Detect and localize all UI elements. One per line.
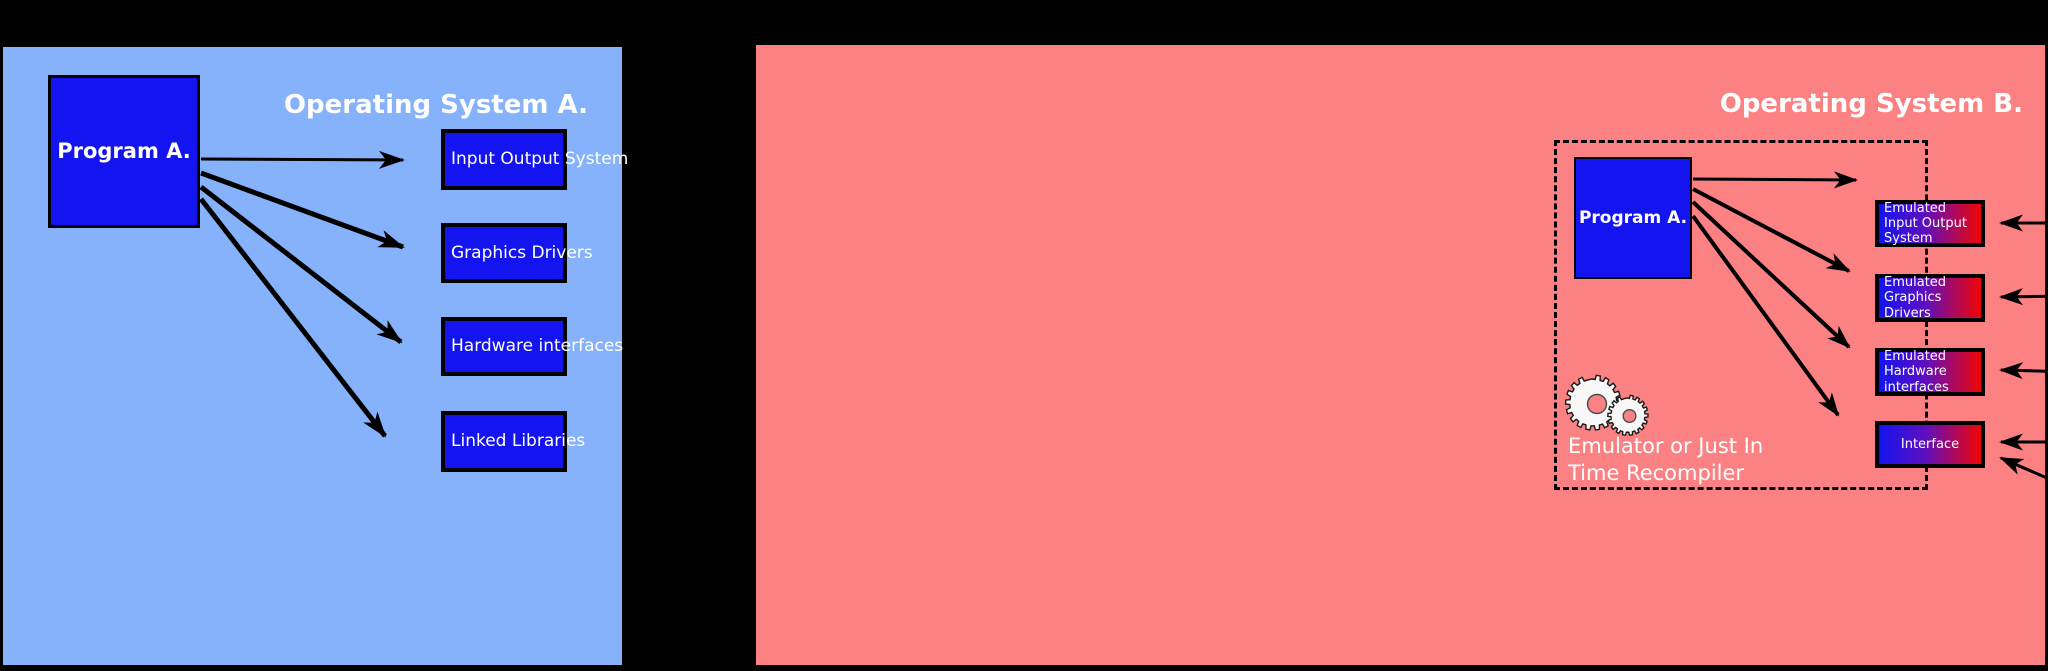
operating-system-b-title: Operating System B. bbox=[1719, 89, 2023, 119]
gears-icon bbox=[1564, 374, 1649, 437]
diagram-canvas: Operating System A. Program A. Input Out… bbox=[0, 0, 2048, 671]
emulated-interface-block: Interface bbox=[1875, 421, 1985, 468]
operating-system-a-panel: Operating System A. Program A. Input Out… bbox=[0, 44, 628, 668]
graphics-drivers-block-a: Graphics Drivers bbox=[441, 223, 593, 283]
panel-b-arrow-layer bbox=[1691, 171, 2048, 481]
hardware-interfaces-block-a: Hardware interfaces bbox=[441, 317, 623, 376]
input-output-system-block-a: Input Output System bbox=[441, 129, 628, 190]
program-a-block-right: Program A. bbox=[1574, 157, 1692, 279]
emulated-hardware-interfaces-block: Emulated Hardware interfaces bbox=[1875, 348, 1985, 396]
emulator-caption: Emulator or Just In Time Recompiler bbox=[1568, 433, 1768, 488]
emulated-input-output-system-block: Emulated Input Output System bbox=[1875, 200, 1985, 247]
emulator-caption-line-2: Time Recompiler bbox=[1568, 461, 1745, 486]
operating-system-b-panel: Operating System B. Program A. Emulated … bbox=[753, 42, 2048, 668]
linked-libraries-block-a: Linked Libraries bbox=[441, 411, 585, 472]
program-a-block-left: Program A. bbox=[48, 75, 200, 228]
emulator-caption-line-1: Emulator or Just In bbox=[1568, 434, 1764, 458]
operating-system-a-title: Operating System A. bbox=[283, 90, 588, 120]
emulated-graphics-drivers-block: Emulated Graphics Drivers bbox=[1875, 274, 1985, 322]
